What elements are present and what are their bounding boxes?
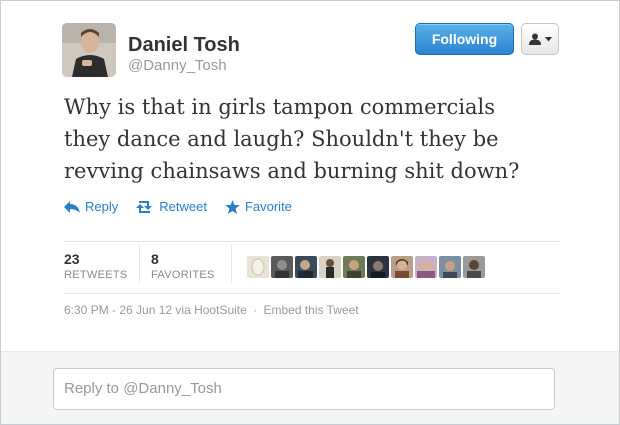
favoriters-avatars [247, 256, 485, 278]
tweet-text-line: revving chainsaws and burning shit down? [64, 159, 520, 183]
tweet-source[interactable]: via HootSuite [175, 303, 246, 317]
favorite-label: Favorite [244, 199, 292, 214]
display-name[interactable]: Daniel Tosh [128, 34, 240, 57]
tweet-actions: Reply Retweet Favorite [64, 199, 292, 214]
retweet-label: Retweet [159, 199, 207, 214]
favorite-button[interactable]: Favorite [225, 199, 292, 214]
caret-down-icon [545, 36, 552, 41]
favoriter-avatar[interactable] [439, 256, 461, 278]
favoriter-avatar[interactable] [247, 256, 269, 278]
following-button[interactable]: Following [415, 23, 514, 55]
tweet-text-line: they dance and laugh? Shouldn't they be [64, 127, 499, 151]
favoriter-avatar[interactable] [415, 256, 437, 278]
tweet-body: Daniel Tosh @Danny_Tosh Following Why is… [1, 1, 619, 351]
favorites-count: 8 [151, 251, 159, 267]
avatar[interactable] [62, 23, 116, 77]
tweet-meta: 6:30 PM - 26 Jun 12 via HootSuite · Embe… [64, 303, 359, 317]
reply-input[interactable]: Reply to @Danny_Tosh [53, 368, 555, 410]
reply-arrow-icon [64, 200, 80, 213]
favoriter-avatar[interactable] [391, 256, 413, 278]
tweet-text-line: Why is that in girls tampon commercials [64, 95, 496, 119]
tweet-text: Why is that in girls tampon commercials … [64, 91, 584, 187]
tweet-card: Daniel Tosh @Danny_Tosh Following Why is… [0, 0, 620, 425]
reply-button[interactable]: Reply [64, 199, 118, 214]
favorites-label: FAVORITES [151, 269, 215, 281]
star-icon [225, 199, 240, 214]
person-icon [529, 33, 541, 45]
favorites-stat[interactable]: 8 FAVORITES [151, 251, 215, 281]
favoriter-avatar[interactable] [319, 256, 341, 278]
favoriter-avatar[interactable] [271, 256, 293, 278]
divider [64, 241, 560, 242]
retweet-button[interactable]: Retweet [136, 199, 207, 214]
avatar-photo [62, 23, 116, 77]
favoriter-avatar[interactable] [343, 256, 365, 278]
user-handle[interactable]: @Danny_Tosh [128, 57, 227, 74]
favoriter-avatar[interactable] [295, 256, 317, 278]
embed-tweet-link[interactable]: Embed this Tweet [263, 303, 358, 317]
user-actions-dropdown[interactable] [521, 23, 559, 55]
reply-label: Reply [85, 199, 119, 214]
favoriter-avatar[interactable] [367, 256, 389, 278]
stat-separator [139, 245, 140, 283]
stat-separator [231, 245, 232, 283]
retweets-stat[interactable]: 23 RETWEETS [64, 251, 128, 281]
meta-separator: · [253, 303, 258, 317]
retweets-label: RETWEETS [64, 269, 128, 281]
tweet-timestamp[interactable]: 6:30 PM - 26 Jun 12 [64, 303, 172, 317]
favoriter-avatar[interactable] [463, 256, 485, 278]
divider [64, 293, 560, 294]
retweets-count: 23 [64, 251, 80, 267]
retweet-icon [136, 200, 153, 213]
